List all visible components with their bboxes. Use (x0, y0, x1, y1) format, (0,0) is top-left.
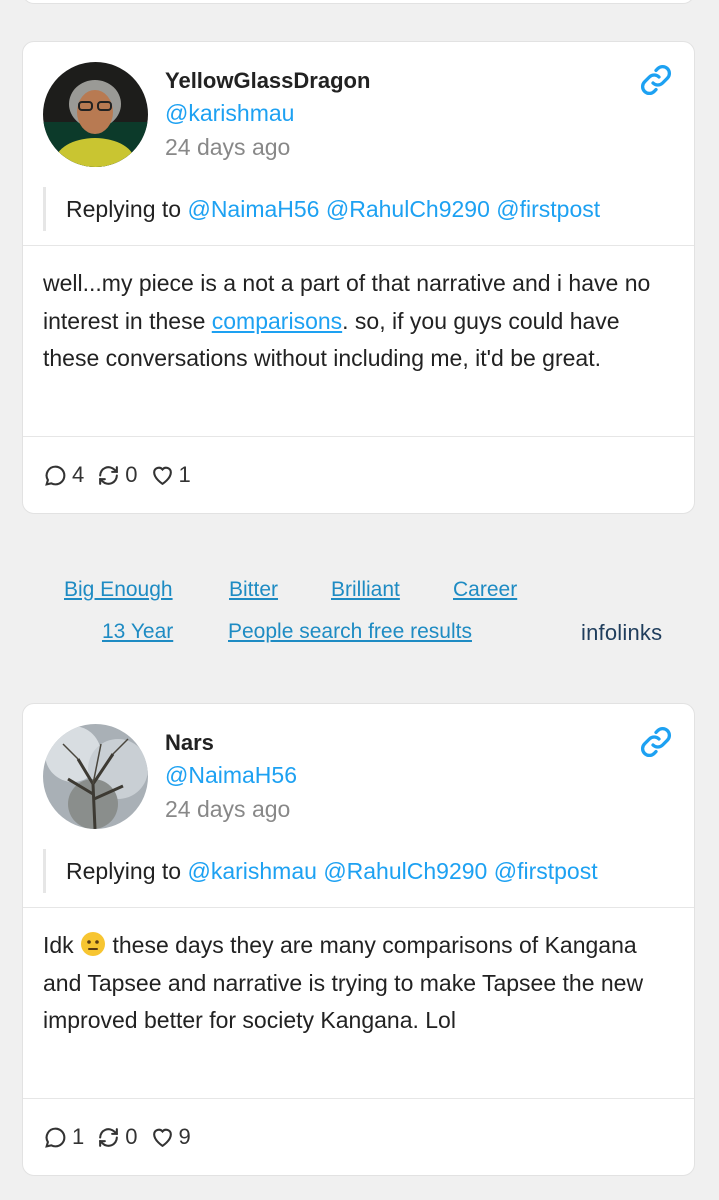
mention-link[interactable]: @firstpost (496, 196, 600, 222)
mention-link[interactable]: @NaimaH56 (187, 196, 319, 222)
reply-button[interactable]: 1 (43, 1124, 84, 1150)
heart-icon (152, 1128, 172, 1147)
like-count: 1 (178, 462, 191, 487)
retweet-icon (99, 1127, 119, 1147)
replying-to: Replying to @NaimaH56 @RahulCh9290 @firs… (43, 187, 600, 231)
mention-link[interactable]: @RahulCh9290 (326, 196, 490, 222)
post-card: YellowGlassDragon @karishmau 24 days ago… (22, 41, 695, 514)
neutral-face-emoji-icon (81, 932, 106, 956)
retweet-count: 0 (125, 462, 138, 487)
comment-icon (45, 1127, 66, 1148)
reply-button[interactable]: 4 (43, 462, 84, 488)
link-icon[interactable] (638, 724, 674, 760)
retweet-button[interactable]: 0 (96, 1124, 138, 1150)
reply-count: 1 (72, 1124, 85, 1149)
mention-link[interactable]: @firstpost (494, 858, 598, 884)
ad-link[interactable]: Career (453, 578, 517, 602)
retweet-count: 0 (125, 1124, 138, 1149)
like-button[interactable]: 9 (150, 1124, 191, 1150)
infolinks-logo[interactable]: infolinks (581, 620, 662, 646)
avatar[interactable] (43, 62, 148, 167)
replying-to: Replying to @karishmau @RahulCh9290 @fir… (43, 849, 598, 893)
retweet-button[interactable]: 0 (96, 462, 138, 488)
author-handle[interactable]: @karishmau (165, 100, 294, 127)
avatar[interactable] (43, 724, 148, 829)
divider (23, 1098, 694, 1099)
ad-link[interactable]: Brilliant (331, 578, 400, 602)
ad-link[interactable]: Bitter (229, 578, 278, 602)
post-body: well...my piece is a not a part of that … (43, 270, 651, 371)
timestamp: 24 days ago (165, 134, 291, 160)
previous-post-card (22, 0, 695, 4)
divider (23, 436, 694, 437)
replying-to-label: Replying to (66, 858, 182, 884)
like-count: 9 (178, 1124, 191, 1149)
retweet-icon (99, 465, 119, 485)
ad-link[interactable]: 13 Year (102, 620, 173, 644)
comment-icon (45, 465, 66, 486)
author-name[interactable]: Nars (165, 730, 214, 756)
author-handle[interactable]: @NaimaH56 (165, 762, 297, 789)
reply-count: 4 (72, 462, 85, 487)
post-actions: 4 0 1 (43, 460, 203, 490)
author-name[interactable]: YellowGlassDragon (165, 68, 370, 94)
post-card: Nars @NaimaH56 24 days ago Replying to @… (22, 703, 695, 1176)
heart-icon (152, 466, 172, 485)
inline-ad-link[interactable]: comparisons (212, 308, 342, 334)
timestamp: 24 days ago (165, 796, 291, 822)
replying-to-label: Replying to (66, 196, 182, 222)
mention-link[interactable]: @RahulCh9290 (323, 858, 487, 884)
post-body: Idk these days they are many comparisons… (43, 932, 644, 1033)
link-icon[interactable] (638, 62, 674, 98)
post-actions: 1 0 9 (43, 1122, 203, 1152)
ad-link[interactable]: Big Enough (64, 578, 173, 602)
ad-links-panel: Big Enough Bitter Brilliant Career 13 Ye… (0, 570, 719, 660)
ad-link[interactable]: People search free results (228, 620, 472, 644)
divider (23, 245, 694, 246)
mention-link[interactable]: @karishmau (187, 858, 316, 884)
like-button[interactable]: 1 (150, 462, 191, 488)
divider (23, 907, 694, 908)
